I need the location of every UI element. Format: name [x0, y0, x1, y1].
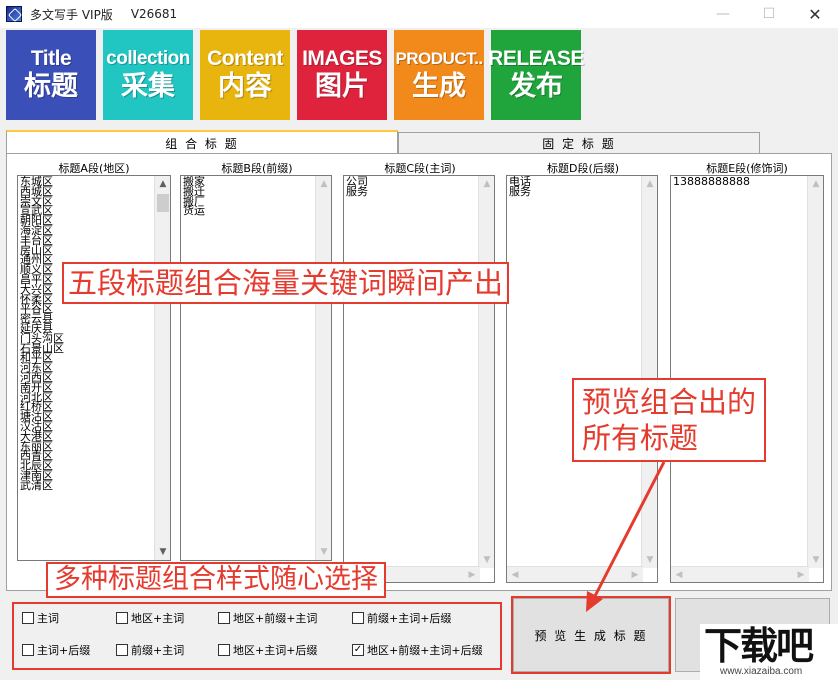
watermark-url: www.xiazaiba.com [720, 666, 802, 677]
watermark-brand: 下载吧 [704, 624, 812, 668]
arrow-line [594, 462, 664, 598]
annotation-arrow [0, 0, 838, 680]
watermark: 下载吧 www.xiazaiba.com [700, 624, 838, 680]
